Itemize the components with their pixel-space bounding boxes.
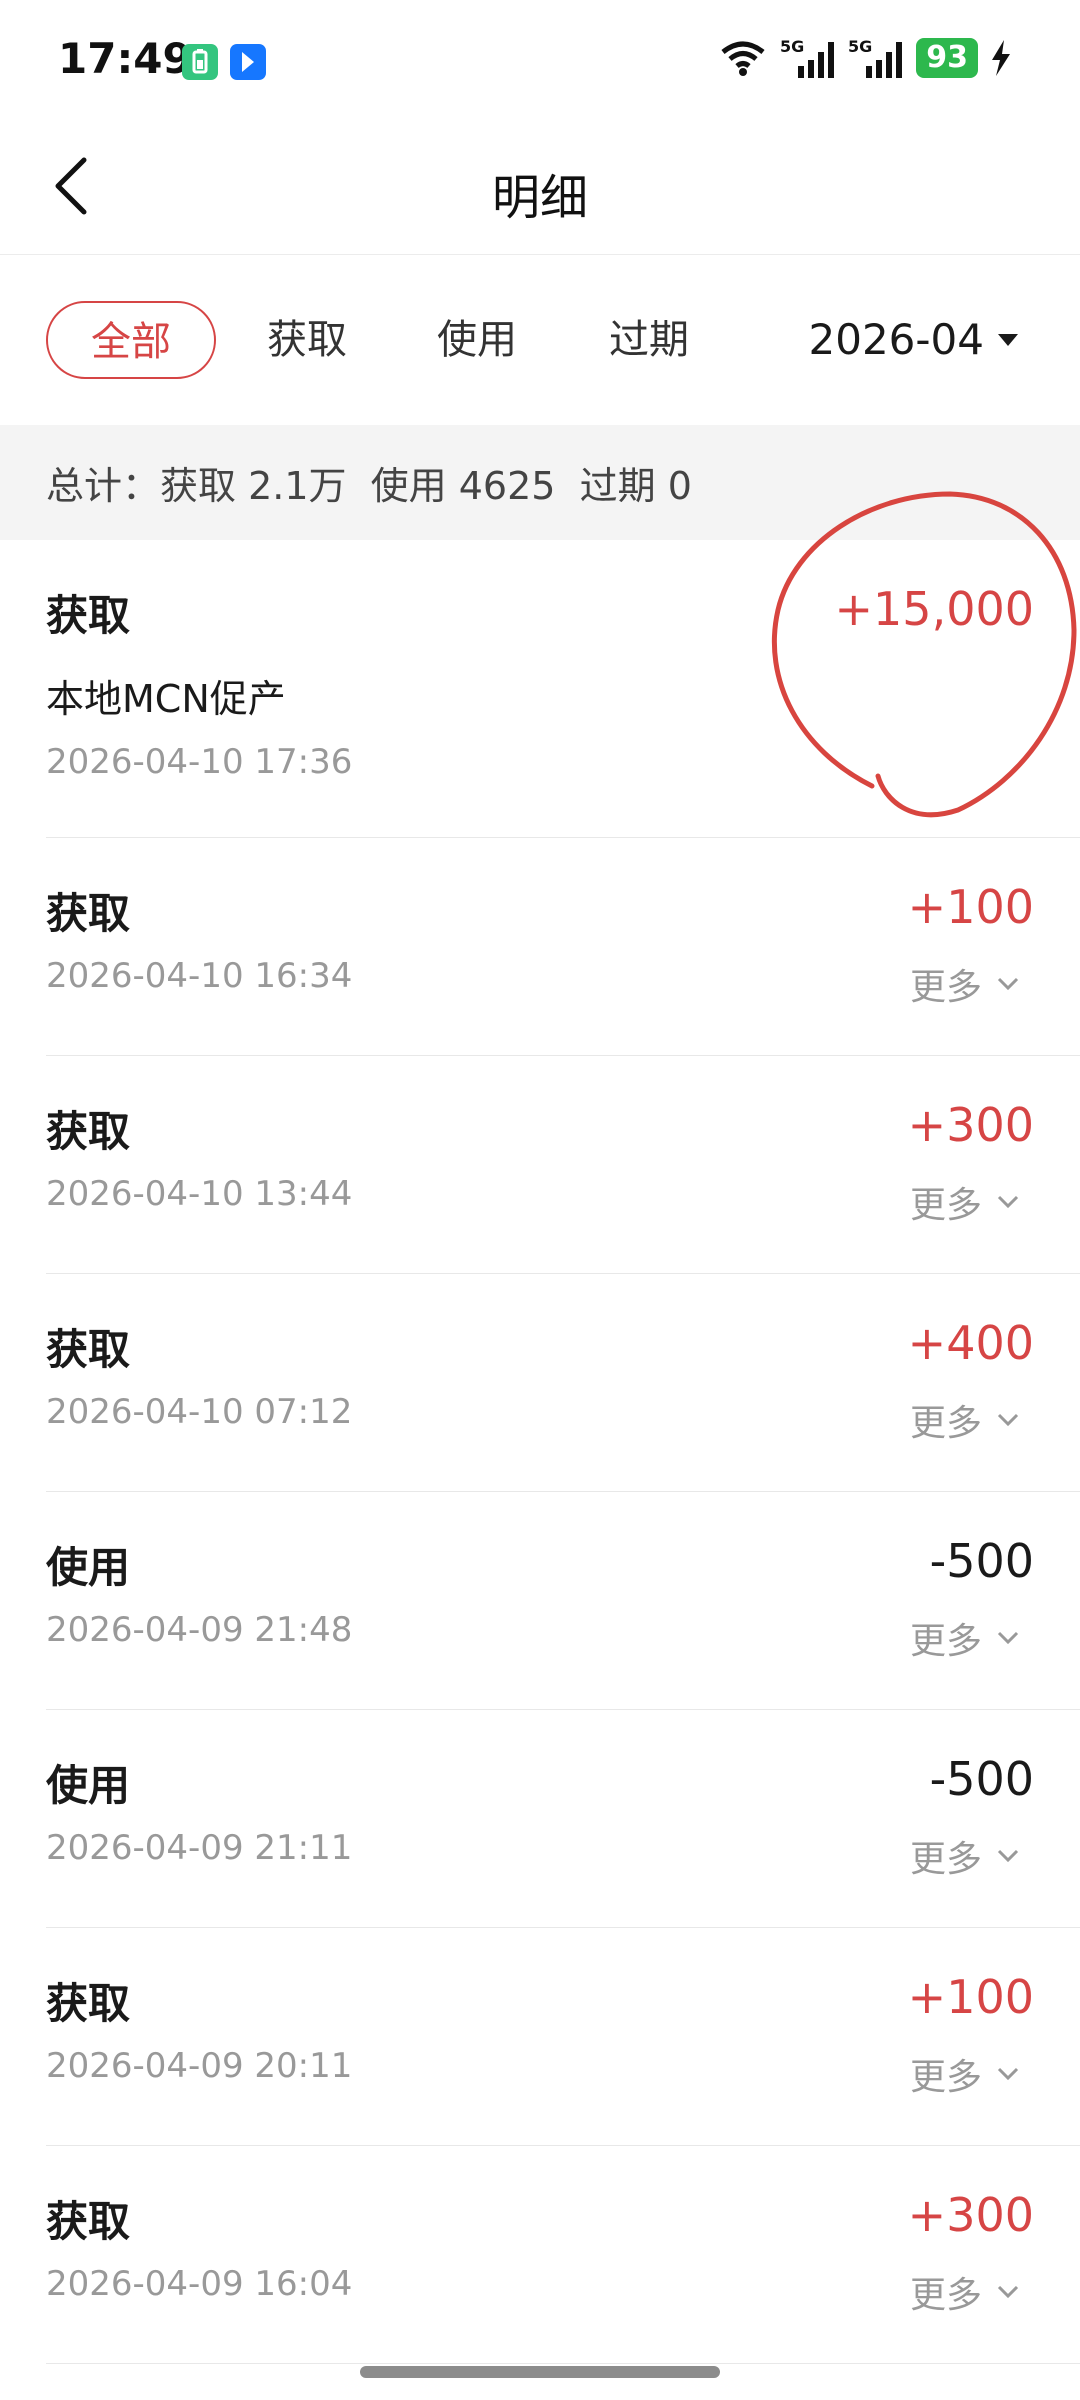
record-list: 获取 本地MCN促产 2026-04-10 17:36 +15,000 获取 2… (0, 540, 1080, 2364)
list-item[interactable]: 获取 2026-04-10 07:12 +400 更多 (0, 1274, 1080, 1492)
list-item[interactable]: 获取 2026-04-09 16:04 +300 更多 (0, 2146, 1080, 2364)
tab-use[interactable]: 使用 (432, 301, 522, 379)
chevron-down-icon (997, 1631, 1019, 1645)
more-toggle[interactable]: 更多 (910, 2048, 1020, 2100)
record-type: 使用 (46, 1543, 131, 1592)
list-item[interactable]: 使用 2026-04-09 21:11 -500 更多 (0, 1710, 1080, 1928)
record-type: 获取 (46, 1107, 131, 1156)
record-amount: +400 (907, 1316, 1034, 1370)
more-toggle[interactable]: 更多 (910, 1830, 1020, 1882)
more-label: 更多 (909, 2275, 982, 2316)
more-label: 更多 (909, 1621, 982, 1662)
status-time: 17:49 (58, 34, 192, 83)
list-item[interactable]: 获取 2026-04-10 16:34 +100 更多 (0, 838, 1080, 1056)
chevron-down-icon (997, 977, 1019, 991)
wifi-icon (721, 41, 765, 76)
month-selector[interactable]: 2026-04 (808, 301, 1018, 379)
more-label: 更多 (909, 2057, 982, 2098)
list-item[interactable]: 获取 本地MCN促产 2026-04-10 17:36 +15,000 (0, 540, 1080, 838)
signal-icon: 5G (848, 37, 903, 78)
svg-text:5G: 5G (780, 37, 804, 56)
record-time: 2026-04-10 13:44 (46, 1174, 353, 1214)
chevron-down-icon (997, 1413, 1019, 1427)
record-type: 获取 (46, 1325, 131, 1374)
list-item[interactable]: 获取 2026-04-09 20:11 +100 更多 (0, 1928, 1080, 2146)
more-label: 更多 (909, 1185, 982, 1226)
record-time: 2026-04-10 16:34 (46, 956, 353, 996)
record-amount: -500 (929, 1534, 1034, 1588)
tab-earn[interactable]: 获取 (262, 301, 352, 379)
status-bar: 17:49 5G 5G 93 (0, 0, 1080, 120)
more-toggle[interactable]: 更多 (910, 1176, 1020, 1228)
record-time: 2026-04-09 21:48 (46, 1610, 353, 1650)
record-amount: +300 (907, 1098, 1034, 1152)
record-amount: +15,000 (834, 582, 1035, 636)
chevron-down-icon (997, 2285, 1019, 2299)
more-label: 更多 (909, 1403, 982, 1444)
record-amount: +300 (907, 2188, 1034, 2242)
record-time: 2026-04-09 20:11 (46, 2046, 353, 2086)
summary-bar: 总计：获取 2.1万 使用 4625 过期 0 (0, 425, 1080, 540)
home-indicator[interactable] (360, 2366, 720, 2378)
record-type: 获取 (46, 889, 131, 938)
more-toggle[interactable]: 更多 (910, 2266, 1020, 2318)
record-type: 获取 (46, 2197, 131, 2246)
record-time: 2026-04-10 17:36 (46, 742, 353, 782)
svg-text:5G: 5G (848, 37, 872, 56)
battery-app-icon (182, 44, 218, 80)
status-indicators: 5G 5G 93 (718, 36, 1012, 80)
more-toggle[interactable]: 更多 (910, 1394, 1020, 1446)
record-time: 2026-04-09 16:04 (46, 2264, 353, 2304)
battery-level: 93 (916, 38, 978, 78)
more-label: 更多 (909, 1839, 982, 1880)
record-amount: +100 (907, 1970, 1034, 2024)
summary-text: 总计：获取 2.1万 使用 4625 过期 0 (46, 464, 692, 508)
record-amount: -500 (929, 1752, 1034, 1806)
more-label: 更多 (909, 967, 982, 1008)
record-type: 获取 (46, 591, 131, 640)
list-item[interactable]: 使用 2026-04-09 21:48 -500 更多 (0, 1492, 1080, 1710)
list-item[interactable]: 获取 2026-04-10 13:44 +300 更多 (0, 1056, 1080, 1274)
more-toggle[interactable]: 更多 (910, 958, 1020, 1010)
record-description: 本地MCN促产 (46, 677, 286, 721)
title-bar: 明细 (0, 120, 1080, 255)
charging-icon (992, 40, 1010, 76)
record-amount: +100 (907, 880, 1034, 934)
record-time: 2026-04-09 21:11 (46, 1828, 353, 1868)
month-label: 2026-04 (808, 315, 985, 364)
dropdown-caret-icon (998, 333, 1018, 346)
chevron-down-icon (997, 1195, 1019, 1209)
record-type: 获取 (46, 1979, 131, 2028)
chevron-down-icon (997, 1849, 1019, 1863)
more-toggle[interactable]: 更多 (910, 1612, 1020, 1664)
page-title: 明细 (491, 170, 588, 226)
tab-expired[interactable]: 过期 (604, 301, 694, 379)
record-time: 2026-04-10 07:12 (46, 1392, 353, 1432)
signal-icon: 5G (780, 37, 835, 78)
chevron-down-icon (997, 2067, 1019, 2081)
tab-all[interactable]: 全部 (46, 301, 216, 379)
app-notification-icon (230, 44, 266, 80)
record-type: 使用 (46, 1761, 131, 1810)
filter-tabs: 全部 获取 使用 过期 2026-04 (0, 255, 1080, 425)
